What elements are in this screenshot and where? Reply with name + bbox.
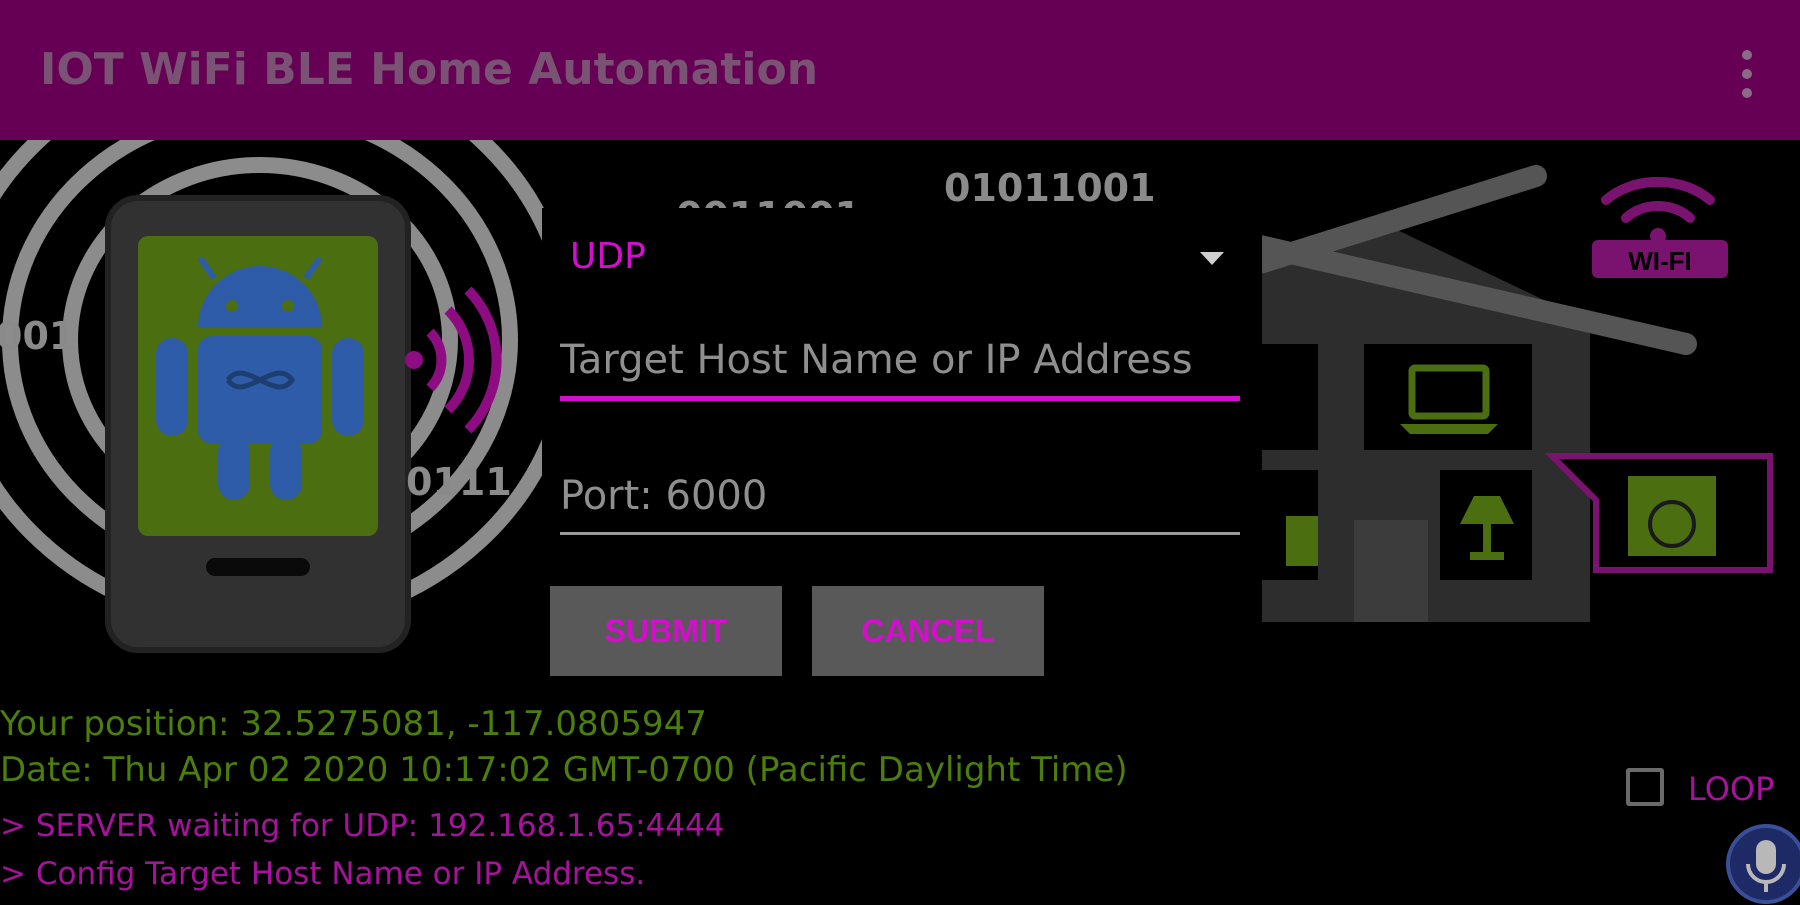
protocol-value: UDP [570,236,646,277]
more-vert-icon[interactable] [1726,44,1766,104]
microphone-icon [1746,840,1786,892]
protocol-spinner[interactable]: UDP [570,222,1232,292]
binary-text: 0111 [406,460,512,504]
port-underline [560,532,1240,535]
binary-text: 01011001 [944,166,1156,210]
checkbox-icon[interactable] [1626,768,1664,806]
host-field[interactable] [560,330,1240,401]
wifi-badge-icon: WI-FI [1592,176,1728,278]
port-field[interactable] [560,466,1240,536]
cancel-button[interactable]: CANCEL [812,586,1044,676]
submit-button[interactable]: SUBMIT [550,586,782,676]
loop-checkbox[interactable]: LOOP [1622,764,1798,814]
app-title: IOT WiFi BLE Home Automation [40,44,819,95]
phone-icon [105,195,411,653]
binary-text: 001 [0,314,76,358]
log-line: > Config Target Host Name or IP Address. [0,856,646,892]
udp-config-dialog: UDP SUBMIT CANCEL [542,208,1262,696]
mic-button[interactable] [1726,824,1800,904]
wifi-badge-text: WI-FI [1628,246,1692,276]
port-input[interactable] [560,466,1240,526]
log-line: > SERVER waiting for UDP: 192.168.1.65:4… [0,808,725,844]
host-input[interactable] [560,330,1240,390]
loop-label: LOOP [1688,770,1775,808]
host-underline [560,396,1240,401]
position-text: Your position: 32.5275081, -117.0805947 [0,704,707,744]
app-bar: IOT WiFi BLE Home Automation [0,0,1800,140]
dropdown-arrow-icon[interactable] [1200,252,1224,265]
date-text: Date: Thu Apr 02 2020 10:17:02 GMT-0700 … [0,750,1128,790]
